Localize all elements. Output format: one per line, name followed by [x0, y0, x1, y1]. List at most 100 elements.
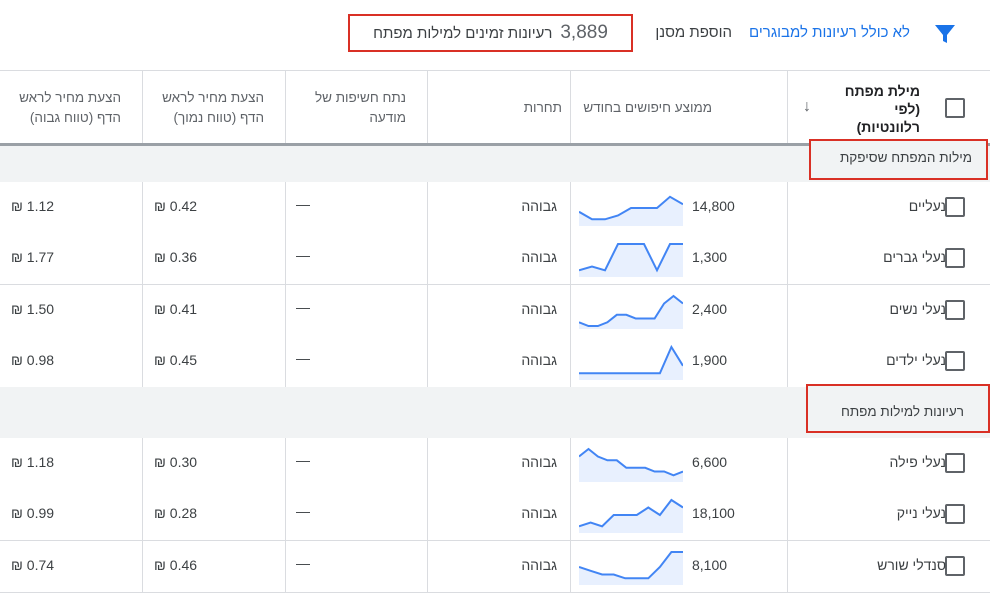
column-separator — [285, 284, 286, 336]
keyword-text: נעלי גברים — [883, 249, 946, 266]
bid-high-value: ₪ 1.77 — [11, 249, 55, 266]
column-separator — [142, 438, 143, 489]
row-checkbox[interactable] — [945, 197, 965, 217]
impression-share-value: — — [296, 349, 310, 366]
bid-low-value: ₪ 0.46 — [154, 556, 198, 573]
bid-high-value: ₪ 1.50 — [11, 300, 55, 317]
bid-high-value: ₪ 1.12 — [11, 198, 55, 214]
column-separator — [570, 438, 571, 489]
avg-searches-value: 14,800 — [692, 198, 735, 214]
keyword-text: נעלי נייק — [896, 505, 946, 522]
table-row[interactable]: נעלי ילדים 1,900 גבוהה — ₪ 0.45 ₪ 0.98 — [0, 335, 990, 388]
column-separator — [427, 284, 428, 336]
competition-value: גבוהה — [521, 198, 557, 214]
row-checkbox[interactable] — [945, 453, 965, 473]
column-separator — [570, 182, 571, 233]
competition-value: גבוהה — [521, 505, 557, 522]
keyword-text: נעלי ילדים — [886, 351, 946, 368]
column-separator — [787, 540, 788, 592]
toolbar: לא כולל רעיונות למבוגרים הוספת מסנן 3,88… — [0, 0, 990, 70]
column-separator — [142, 182, 143, 233]
column-header-avg-searches[interactable]: ממוצע חיפושים בחודש — [583, 98, 712, 118]
row-checkbox[interactable] — [945, 555, 965, 576]
column-separator — [142, 70, 143, 143]
keyword-text: נעליים — [908, 198, 946, 214]
bid-low-value: ₪ 0.28 — [154, 505, 198, 522]
table-row[interactable]: נעלי נשים 2,400 גבוהה — ₪ 0.41 ₪ 1.50 — [0, 284, 990, 337]
avg-searches-value: 1,300 — [692, 249, 728, 266]
trend-sparkline — [578, 446, 684, 482]
avg-searches-value: 1,900 — [692, 351, 728, 368]
impression-share-value: — — [296, 247, 310, 264]
table-row[interactable]: נעליים 14,800 גבוהה — ₪ 0.42 ₪ 1.12 — [0, 182, 990, 234]
trend-sparkline — [578, 241, 683, 278]
column-separator — [285, 335, 286, 387]
trend-sparkline — [578, 190, 684, 226]
arrow-down-icon[interactable]: ↓ — [803, 98, 811, 116]
add-filter-button[interactable]: הוספת מסנן — [655, 24, 732, 41]
column-separator — [142, 335, 143, 387]
column-separator — [142, 233, 143, 285]
table-row[interactable]: נעלי פילה 6,600 גבוהה — ₪ 0.30 ₪ 1.18 — [0, 438, 990, 490]
ideas-count-label: רעיונות זמינים למילות מפתח — [373, 24, 553, 42]
column-header-bid-high[interactable]: הצעת מחיר לראש הדף (טווח גבוה) — [11, 88, 121, 128]
column-separator — [787, 182, 788, 233]
column-separator — [787, 489, 788, 541]
avg-searches-value: 18,100 — [692, 505, 735, 522]
keyword-ideas-count: 3,889 רעיונות זמינים למילות מפתח — [348, 14, 633, 52]
bid-low-value: ₪ 0.36 — [154, 249, 198, 266]
column-separator — [570, 540, 571, 592]
column-separator — [285, 489, 286, 541]
row-checkbox[interactable] — [945, 504, 965, 525]
column-separator — [427, 438, 428, 489]
keyword-text: סנדלי שורש — [877, 556, 946, 573]
bid-high-value: ₪ 0.74 — [11, 556, 55, 573]
column-header-competition[interactable]: תחרות — [524, 98, 562, 118]
trend-sparkline — [578, 293, 684, 329]
column-separator — [142, 540, 143, 592]
column-separator — [285, 233, 286, 285]
avg-searches-value: 8,100 — [692, 556, 728, 573]
table-row[interactable]: סנדלי שורש 8,100 גבוהה — ₪ 0.46 ₪ 0.74 — [0, 540, 990, 593]
column-header-impression-share[interactable]: נתח חשיפות של מודעה — [296, 88, 406, 128]
trend-sparkline — [578, 549, 683, 585]
avg-searches-value: 2,400 — [692, 300, 728, 317]
impression-share-value: — — [296, 196, 310, 212]
exclude-adult-ideas-link[interactable]: לא כולל רעיונות למבוגרים — [749, 24, 910, 41]
avg-searches-value: 6,600 — [692, 454, 728, 470]
competition-value: גבוהה — [521, 454, 557, 470]
bid-high-value: ₪ 1.18 — [11, 454, 55, 470]
select-all-checkbox[interactable] — [945, 98, 965, 118]
row-checkbox[interactable] — [945, 248, 965, 269]
section-label-ideas: רעיונות למילות מפתח — [806, 384, 990, 433]
column-separator — [285, 70, 286, 143]
bid-low-value: ₪ 0.41 — [154, 300, 198, 317]
table-row[interactable]: נעלי גברים 1,300 גבוהה — ₪ 0.36 ₪ 1.77 — [0, 233, 990, 286]
table-row[interactable]: נעלי נייק 18,100 גבוהה — ₪ 0.28 ₪ 0.99 — [0, 489, 990, 542]
column-header-keyword[interactable]: מילת מפתח (לפי רלוונטיות) — [840, 82, 920, 136]
bid-high-value: ₪ 0.98 — [11, 351, 55, 368]
column-separator — [787, 70, 788, 143]
trend-sparkline — [578, 497, 684, 534]
column-separator — [427, 540, 428, 592]
trend-sparkline — [579, 344, 684, 380]
row-checkbox[interactable] — [945, 299, 965, 320]
column-separator — [570, 335, 571, 387]
column-separator — [142, 489, 143, 541]
table-header: מילת מפתח (לפי רלוונטיות) ↓ ממוצע חיפושי… — [0, 70, 990, 146]
column-separator — [787, 335, 788, 387]
impression-share-value: — — [296, 452, 310, 468]
competition-value: גבוהה — [521, 351, 557, 368]
column-separator — [570, 489, 571, 541]
column-separator — [285, 540, 286, 592]
row-checkbox[interactable] — [945, 350, 965, 371]
bid-high-value: ₪ 0.99 — [11, 505, 55, 522]
filter-icon[interactable] — [933, 22, 957, 46]
section-label-provided: מילות המפתח שסיפקת — [809, 139, 988, 180]
column-separator — [570, 70, 571, 143]
column-separator — [427, 182, 428, 233]
column-separator — [570, 233, 571, 285]
bid-low-value: ₪ 0.42 — [154, 198, 198, 214]
column-header-bid-low[interactable]: הצעת מחיר לראש הדף (טווח נמוך) — [154, 88, 264, 128]
column-separator — [427, 335, 428, 387]
